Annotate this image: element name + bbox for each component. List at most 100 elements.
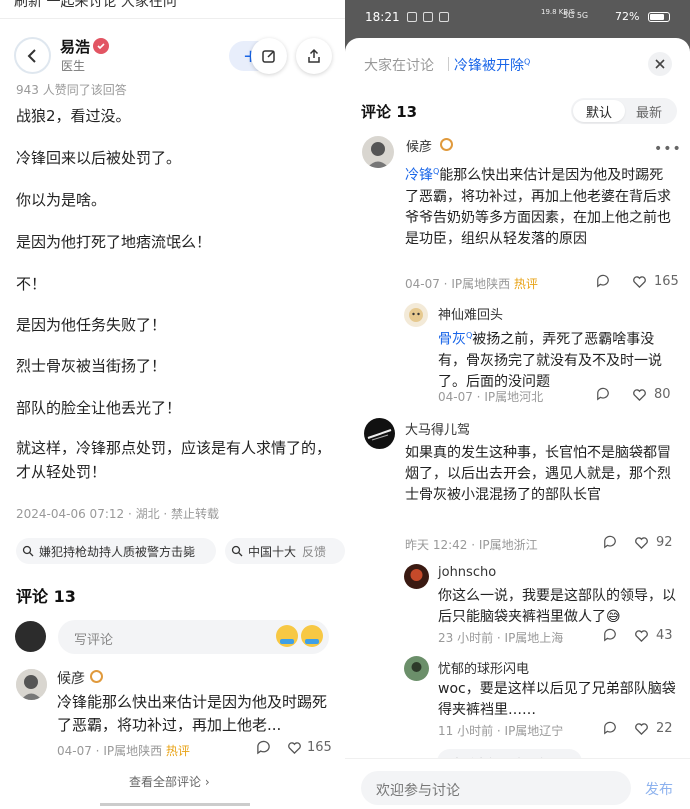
comment-meta: 23 小时前 · IP属地上海 bbox=[438, 631, 564, 645]
comment-input[interactable]: 欢迎参与讨论 bbox=[361, 771, 631, 805]
avatar[interactable] bbox=[404, 656, 429, 681]
comment-text[interactable]: 冷锋能那么快出来估计是因为他及时踢死了恶霸，将功补过，再加上他老... bbox=[57, 691, 330, 737]
like-count: 80 bbox=[654, 387, 671, 402]
comment-text[interactable]: 骨灰Q被扬之前，弄死了恶霸啥事没有，骨灰扬完了就没有及不及时一说了。后面的没问题 bbox=[438, 325, 674, 393]
commenter-name[interactable]: 大马得儿驾 bbox=[405, 419, 470, 438]
sort-latest-tab[interactable]: 最新 bbox=[623, 100, 675, 122]
back-button[interactable] bbox=[14, 37, 51, 74]
reply-icon[interactable] bbox=[596, 387, 610, 401]
level-badge-icon bbox=[440, 138, 453, 151]
edit-icon bbox=[262, 50, 275, 63]
avatar[interactable] bbox=[364, 418, 395, 449]
comment-text[interactable]: 如果真的发生这种事，长官怕不是脑袋都冒烟了，以后出去开会，遇见人就是，那个烈士骨… bbox=[405, 443, 675, 506]
signal-icon: 5G 5G bbox=[563, 11, 589, 20]
answer-paragraph: 就这样，冷锋那点处罚，应该是有人求情了的，才从轻处罚！ bbox=[16, 439, 332, 481]
notification-icon bbox=[407, 12, 417, 22]
like-button[interactable]: 80 bbox=[632, 387, 671, 402]
answer-paragraph: 你以为是啥。 bbox=[16, 191, 107, 209]
like-button[interactable]: 92 bbox=[634, 535, 673, 550]
answer-paragraph: 冷锋回来以后被处罚了。 bbox=[16, 149, 182, 167]
comment-meta: 11 小时前 · IP属地辽宁 bbox=[438, 724, 564, 738]
commenter-name[interactable]: 忧郁的球形闪电 bbox=[438, 658, 529, 677]
sort-default-tab[interactable]: 默认 bbox=[573, 100, 625, 122]
topic-link[interactable]: 冷锋被开除Q bbox=[454, 55, 530, 75]
answer-paragraph: 是因为他任务失败了！ bbox=[16, 316, 167, 334]
topic-link-text: 冷锋被开除 bbox=[454, 58, 524, 74]
heart-icon[interactable] bbox=[287, 740, 302, 755]
feedback-label[interactable]: 反馈 bbox=[302, 543, 326, 560]
topic-chip[interactable]: 嫌犯持枪劫持人质被警方击毙 bbox=[16, 538, 216, 564]
heart-icon bbox=[635, 723, 648, 736]
verified-badge-icon bbox=[93, 38, 109, 54]
notification-icon bbox=[423, 12, 433, 22]
search-icon: Q bbox=[524, 57, 531, 67]
keyword-link[interactable]: 骨灰 bbox=[438, 332, 466, 348]
answer-paragraph: 不！ bbox=[16, 275, 47, 293]
share-button[interactable] bbox=[296, 38, 332, 74]
author-name[interactable]: 易浩 bbox=[60, 36, 90, 57]
status-bar: 18:21 19.8 KB/S 5G 5G 72% bbox=[345, 0, 690, 34]
topic-label: 大家在讨论 bbox=[364, 58, 434, 74]
more-options-icon[interactable]: ••• bbox=[654, 141, 682, 157]
like-count: 165 bbox=[307, 740, 332, 755]
search-icon bbox=[22, 545, 34, 557]
commenter-name[interactable]: 候彦 bbox=[57, 668, 85, 688]
topic-chip[interactable]: 中国十大 反馈 bbox=[225, 538, 345, 564]
view-all-comments-link[interactable]: 查看全部评论 › bbox=[129, 773, 210, 790]
heart-icon bbox=[635, 537, 648, 550]
reply-icon[interactable] bbox=[603, 628, 617, 642]
keyword-link[interactable]: 冷锋 bbox=[405, 168, 433, 184]
reply-icon[interactable] bbox=[603, 535, 617, 549]
heart-icon bbox=[635, 630, 648, 643]
top-tab-strip: 刷新 一起来讨论 大家在问 bbox=[0, 0, 345, 14]
hot-comment-tag: 热评 bbox=[513, 277, 538, 291]
like-count: 22 bbox=[656, 721, 673, 736]
comment-meta: 04-07 · IP属地陕西 热评 bbox=[405, 275, 538, 292]
heart-icon bbox=[633, 276, 646, 289]
reply-icon[interactable] bbox=[256, 740, 271, 755]
avatar[interactable] bbox=[404, 303, 428, 327]
close-button[interactable] bbox=[648, 52, 672, 76]
emoji-icon[interactable] bbox=[276, 625, 298, 647]
reply-icon[interactable] bbox=[603, 721, 617, 735]
reply-icon[interactable] bbox=[596, 274, 610, 288]
likes-count: 943 人赞同了该回答 bbox=[16, 83, 127, 97]
answer-paragraph: 烈士骨灰被当街扬了！ bbox=[16, 357, 167, 375]
topic-chip-label: 嫌犯持枪劫持人质被警方击毙 bbox=[39, 544, 196, 559]
publish-button[interactable]: 发布 bbox=[645, 779, 673, 799]
answer-meta: 2024-04-06 07:12 · 湖北 · 禁止转载 bbox=[16, 507, 220, 521]
share-icon bbox=[308, 48, 320, 63]
comment-text-body: 被扬之前，弄死了恶霸啥事没有，骨灰扬完了就没有及不及时一说了。后面的没问题 bbox=[438, 331, 662, 390]
commenter-name[interactable]: 候彦 bbox=[406, 136, 432, 155]
avatar[interactable] bbox=[404, 564, 429, 589]
answer-paragraph: 部队的脸全让他丢光了！ bbox=[16, 399, 182, 417]
avatar[interactable] bbox=[362, 136, 394, 168]
top-tab-strip-text: 刷新 一起来讨论 大家在问 bbox=[14, 0, 177, 10]
topic-chip-label: 中国十大 bbox=[248, 544, 297, 559]
like-button[interactable]: 165 bbox=[632, 274, 679, 289]
close-icon bbox=[655, 59, 665, 69]
like-button[interactable]: 43 bbox=[634, 628, 673, 643]
write-comment-input[interactable]: 写评论 bbox=[58, 620, 329, 654]
comment-text[interactable]: 你这么一说，我要是这部队的领导，以后只能脑袋夹裤裆里做人了😅 bbox=[438, 586, 678, 628]
comment-text[interactable]: woc，要是这样以后见了兄弟部队脑袋得夹裤裆里…… bbox=[438, 679, 678, 721]
status-time: 18:21 bbox=[365, 10, 400, 24]
level-badge-icon bbox=[90, 670, 103, 683]
commenter-name[interactable]: 神仙难回头 bbox=[438, 304, 503, 323]
commenter-name[interactable]: johnscho bbox=[438, 565, 496, 580]
chevron-left-icon bbox=[27, 48, 36, 63]
comment-date-location: 04-07 · IP属地陕西 bbox=[405, 277, 511, 291]
like-count: 165 bbox=[654, 274, 679, 289]
like-count: 43 bbox=[656, 628, 673, 643]
comments-count: 评论 13 bbox=[361, 103, 418, 121]
comment-text[interactable]: 冷锋Q能那么快出来估计是因为他及时踢死了恶霸，将功补过，再加上他老婆在背后求爷爷… bbox=[405, 161, 677, 250]
like-button[interactable]: 22 bbox=[634, 721, 673, 736]
comment-meta: 04-07 · IP属地陕西 热评 bbox=[57, 742, 190, 759]
comment-input-bar: 欢迎参与讨论 发布 bbox=[345, 758, 690, 809]
divider bbox=[0, 18, 345, 19]
home-indicator bbox=[100, 803, 250, 806]
edit-button[interactable] bbox=[251, 38, 287, 74]
my-avatar bbox=[15, 621, 46, 652]
emoji-icon[interactable] bbox=[301, 625, 323, 647]
avatar[interactable] bbox=[16, 669, 47, 700]
